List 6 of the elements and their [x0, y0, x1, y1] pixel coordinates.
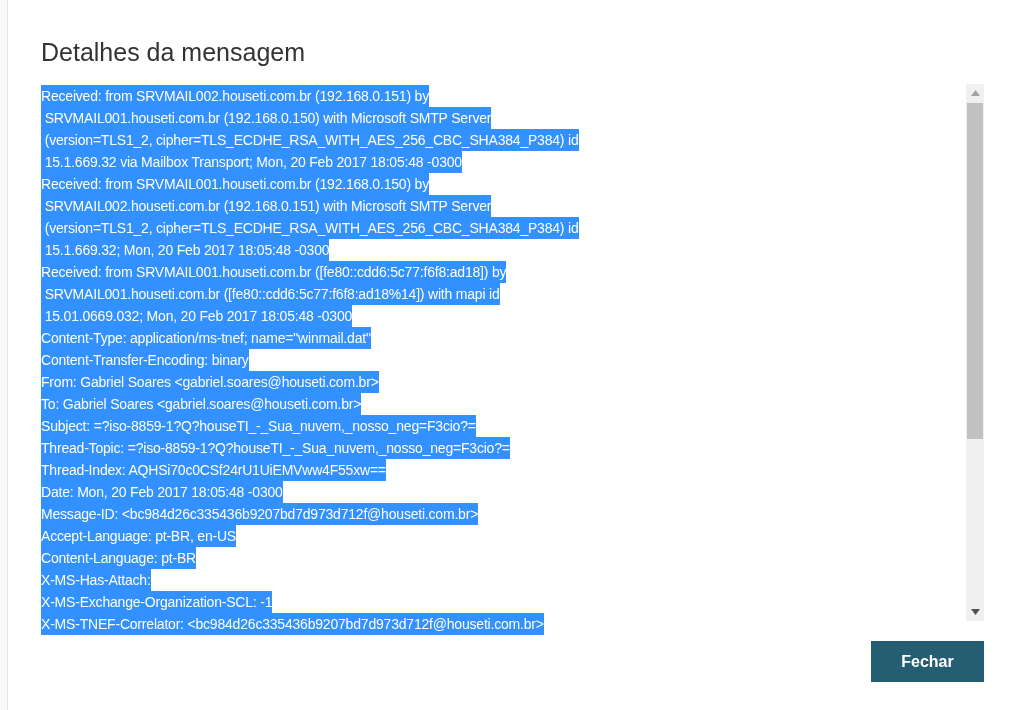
close-button[interactable]: Fechar — [871, 641, 984, 682]
scrollbar-thumb[interactable] — [967, 103, 983, 439]
scroll-up-icon[interactable] — [970, 90, 980, 96]
scroll-down-icon[interactable] — [970, 609, 980, 615]
dialog-title: Detalhes da mensagem — [41, 37, 306, 68]
scrollbar[interactable] — [966, 84, 984, 621]
